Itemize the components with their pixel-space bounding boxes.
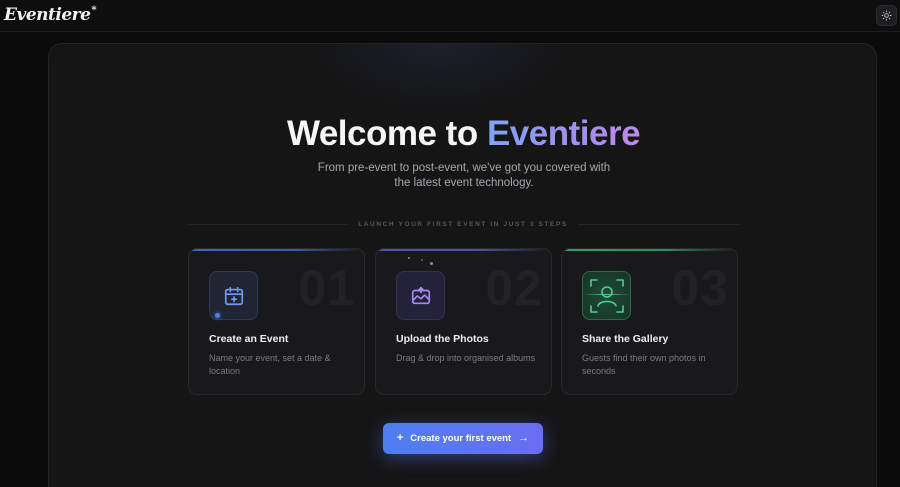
divider-line-right	[577, 223, 740, 225]
step-description: Drag & drop into organised albums	[396, 353, 536, 363]
step-title: Share the Gallery	[582, 333, 669, 345]
step-card-share-gallery[interactable]: 03 Share the Gallery Guests find their o…	[561, 248, 738, 395]
app-logo[interactable]: Eventiere*	[4, 5, 97, 25]
steps-label: LAUNCH YOUR FIRST EVENT IN JUST 3 STEPS	[358, 220, 568, 228]
step-title: Create an Event	[209, 333, 289, 345]
welcome-panel: Welcome to Eventiere From pre-event to p…	[48, 43, 877, 487]
step-card-upload-photos[interactable]: 02 Upload the Photos Drag & drop into or…	[375, 248, 552, 395]
step-number: 01	[298, 260, 356, 316]
card-accent-bar	[189, 249, 364, 251]
step-number: 02	[485, 260, 543, 316]
particle-dot	[421, 259, 423, 261]
particle-dot	[430, 262, 433, 265]
step-number: 03	[671, 260, 729, 316]
status-dot	[215, 313, 220, 318]
card-accent-bar	[376, 249, 551, 251]
user-scan-icon	[582, 271, 631, 320]
create-first-event-button[interactable]: + Create your first event →	[383, 423, 543, 454]
step-card-create-event[interactable]: 01 Create an Event Name your event, set …	[188, 248, 365, 395]
title-prefix: Welcome to	[286, 114, 487, 153]
title-brand: Eventiere	[486, 114, 641, 153]
arrow-right-icon: →	[518, 432, 530, 444]
steps-divider: LAUNCH YOUR FIRST EVENT IN JUST 3 STEPS	[187, 216, 740, 232]
top-bar: Eventiere*	[0, 0, 900, 32]
logo-mark: *	[91, 5, 97, 16]
scan-line	[583, 294, 630, 295]
particle-dot	[408, 257, 410, 259]
logo-text: Eventiere	[4, 5, 91, 25]
page-title: Welcome to Eventiere	[49, 114, 878, 154]
card-accent-bar	[562, 249, 737, 251]
step-title: Upload the Photos	[396, 333, 489, 345]
step-description: Guests find their own photos in seconds	[582, 353, 706, 376]
divider-line-left	[187, 223, 349, 225]
theme-toggle-button[interactable]	[876, 5, 897, 26]
step-description: Name your event, set a date & location	[209, 353, 331, 376]
sun-icon	[881, 10, 892, 21]
page-subtitle: From pre-event to post-event, we've got …	[317, 162, 611, 189]
cta-label: Create your first event	[410, 433, 512, 444]
plus-icon: +	[396, 432, 404, 444]
image-upload-icon	[396, 271, 445, 320]
